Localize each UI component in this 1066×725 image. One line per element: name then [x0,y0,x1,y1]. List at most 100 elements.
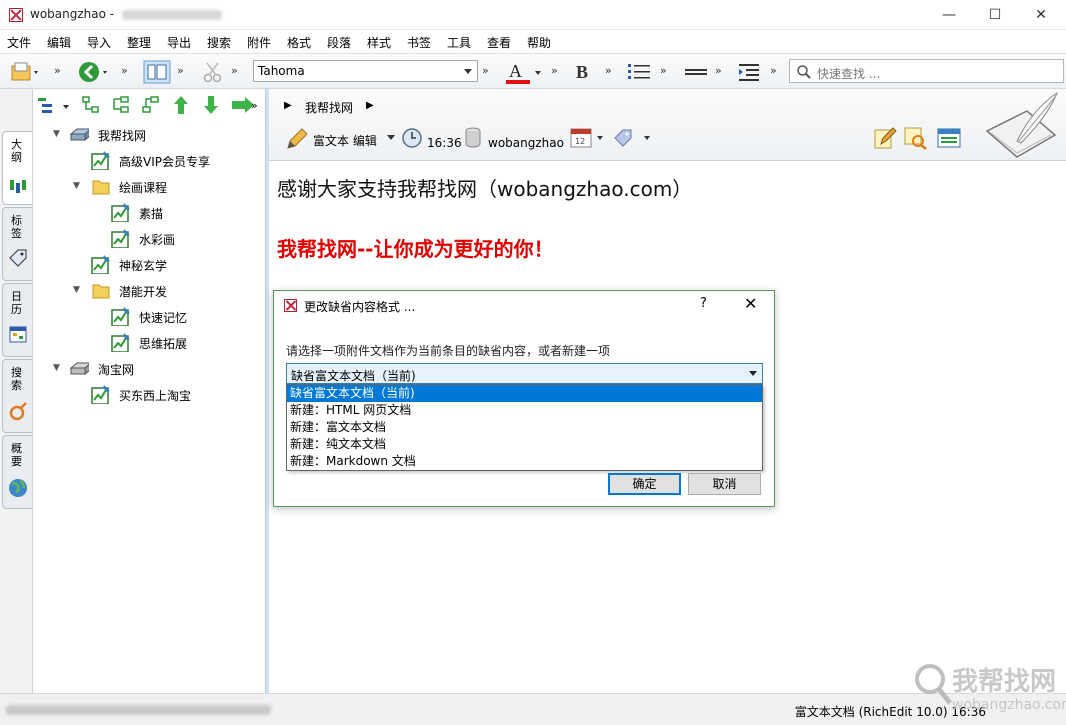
tree-node[interactable]: 神秘玄学 [33,253,265,275]
close-button[interactable]: ✕ [1018,0,1064,30]
find-in-note-icon[interactable] [903,126,929,150]
tree-node-label: 神秘玄学 [119,259,168,273]
new-item-icon[interactable] [10,60,40,84]
globe-icon [9,479,27,497]
tree-node[interactable]: 买东西上淘宝 [33,383,265,405]
ok-button[interactable]: 确定 [608,473,681,495]
collapse-icon[interactable]: ▼ [53,363,62,373]
menu-organize[interactable]: 整理 [127,34,151,51]
tree-node[interactable]: ▼ 淘宝网 [33,357,265,379]
menu-bar: 文件 编辑 导入 整理 导出 搜索 附件 格式 段落 样式 书签 工具 查看 帮… [0,30,1066,53]
tab-summary[interactable]: 概要 [2,435,32,509]
bold-icon[interactable]: B [573,60,595,84]
tab-tags[interactable]: 标签 [2,207,32,281]
move-down-icon[interactable] [203,95,219,115]
tree-node[interactable]: 快速记忆 [33,305,265,327]
menu-style[interactable]: 样式 [367,34,391,51]
quick-search-input[interactable]: 快速查找 ... [789,59,1064,83]
menu-tools[interactable]: 工具 [447,34,471,51]
toolbar-overflow-3[interactable]: » [177,64,184,77]
edit-note-icon[interactable] [873,126,897,150]
outline-menu-icon[interactable] [37,96,75,116]
tab-calendar[interactable]: 日历 [2,283,32,357]
toolbar-overflow-10[interactable]: » [770,64,777,77]
tree-node[interactable]: 水彩画 [33,227,265,249]
menu-attachment[interactable]: 附件 [247,34,271,51]
minimize-button[interactable]: — [926,0,972,30]
back-icon[interactable] [78,60,110,84]
menu-view[interactable]: 查看 [487,34,511,51]
side-tab-strip: 大纲 标签 日历 搜索 概要 [0,89,33,693]
menu-file[interactable]: 文件 [7,34,31,51]
add-child-icon[interactable] [111,95,131,115]
numbered-list-icon[interactable] [626,60,654,84]
collapse-icon[interactable]: ▼ [53,129,62,139]
toolbar-overflow-1[interactable]: » [54,64,61,77]
tree-node[interactable]: 高级VIP会员专享 [33,149,265,171]
folder-icon [92,180,110,195]
dialog-close-button[interactable]: ✕ [744,294,757,313]
tree-node[interactable]: ▼ 绘画课程 [33,175,265,197]
breadcrumb-next-icon[interactable]: ▶ [366,100,374,111]
window-view-icon[interactable] [937,127,961,149]
document-icon [91,255,110,274]
tree-node[interactable]: 素描 [33,201,265,223]
toolbar-overflow-6[interactable]: » [551,64,558,77]
text-color-icon[interactable]: A [505,60,545,84]
drive-icon [69,362,89,376]
menu-export[interactable]: 导出 [167,34,191,51]
menu-bookmark[interactable]: 书签 [407,34,431,51]
menu-help[interactable]: 帮助 [527,34,551,51]
add-parent-icon[interactable] [141,95,161,115]
toolbar-overflow-7[interactable]: » [605,64,612,77]
collapse-icon[interactable]: ▼ [73,285,82,295]
tree-toolbar-overflow[interactable]: » [251,99,258,112]
tree-node-label: 快速记忆 [139,311,188,325]
document-icon [91,151,110,170]
edit-mode-label[interactable]: 富文本 编辑 [313,132,377,149]
menu-search[interactable]: 搜索 [207,34,231,51]
cut-icon[interactable] [201,60,225,84]
document-header: ▶ 我帮找网 ▶ 富文本 编辑 16:36 wobangzhao 12 [269,89,1066,161]
layout-toggle-icon[interactable] [143,60,171,84]
menu-paragraph[interactable]: 段落 [327,34,351,51]
tag-menu-icon[interactable] [612,126,654,150]
dropdown-option[interactable]: 新建：Markdown 文档 [287,453,762,470]
breadcrumb[interactable]: 我帮找网 [305,99,353,116]
tree-node[interactable]: ▼ 潜能开发 [33,279,265,301]
toolbar-overflow-2[interactable]: » [121,64,128,77]
dropdown-option[interactable]: 新建：HTML 网页文档 [287,402,762,419]
maximize-button[interactable]: ☐ [972,0,1018,30]
menu-import[interactable]: 导入 [87,34,111,51]
chevron-down-icon[interactable] [387,135,395,140]
cancel-button[interactable]: 取消 [688,473,761,495]
tree-node[interactable]: ▼ 我帮找网 [33,123,265,145]
add-sibling-icon[interactable] [81,95,101,115]
main-toolbar: » » » » Tahoma » A » B » » » » 快速查找 ... [0,53,1066,89]
tree-toolbar: » [33,89,265,122]
toolbar-overflow-8[interactable]: » [660,64,667,77]
font-family-select[interactable]: Tahoma [253,60,478,82]
menu-format[interactable]: 格式 [287,34,311,51]
horizontal-rule-icon[interactable] [683,60,709,84]
calendar-date-icon[interactable]: 12 [569,126,607,150]
move-up-icon[interactable] [173,95,189,115]
help-button[interactable]: ? [700,296,707,311]
menu-edit[interactable]: 编辑 [47,34,71,51]
format-combobox[interactable]: 缺省富文本文档（当前) [286,363,763,384]
indent-icon[interactable] [737,60,763,84]
breadcrumb-prev-icon[interactable]: ▶ [284,100,292,111]
dropdown-option[interactable]: 新建：纯文本文档 [287,436,762,453]
toolbar-overflow-9[interactable]: » [715,64,722,77]
collapse-icon[interactable]: ▼ [73,181,82,191]
dialog-prompt: 请选择一项附件文档作为当前条目的缺省内容，或者新建一项 [286,344,611,358]
pencil-icon [287,128,308,149]
tab-search[interactable]: 搜索 [2,359,32,433]
dropdown-option[interactable]: 缺省富文本文档（当前) [287,385,762,402]
tree-node[interactable]: 思维拓展 [33,331,265,353]
tab-outline[interactable]: 大纲 [2,131,32,205]
tab-summary-label: 概要 [11,442,22,468]
dropdown-option[interactable]: 新建：富文本文档 [287,419,762,436]
toolbar-overflow-4[interactable]: » [231,64,238,77]
toolbar-overflow-5[interactable]: » [482,64,489,77]
